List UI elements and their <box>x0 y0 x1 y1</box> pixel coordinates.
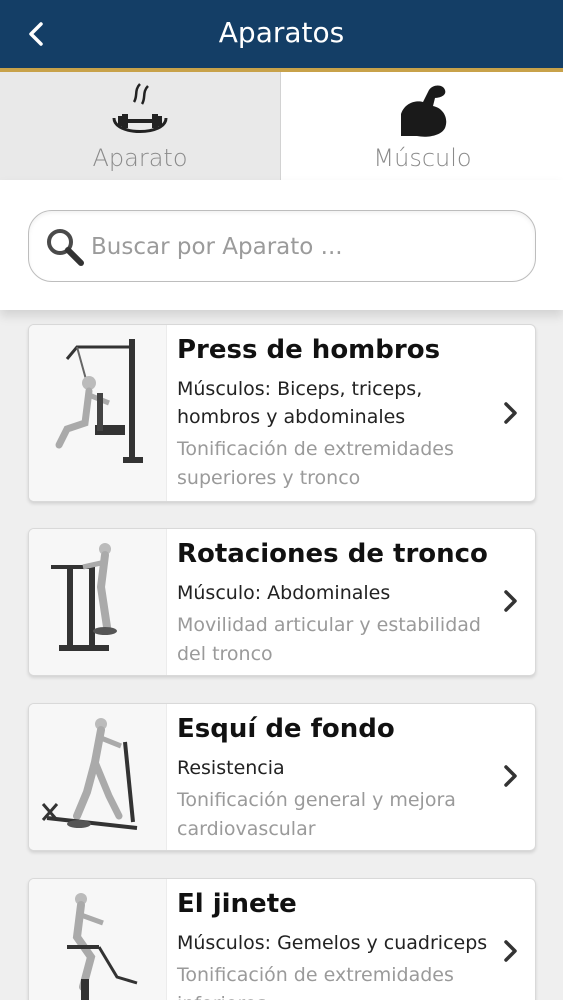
search-icon <box>47 229 84 266</box>
equipment-icon <box>112 83 168 133</box>
item-title: El jinete <box>177 889 297 919</box>
list-item[interactable]: El jinete Músculos: Gemelos y cuadriceps… <box>28 878 536 1000</box>
item-description: Tonificación de extremidades superiores … <box>177 438 454 489</box>
tab-label: Músculo <box>373 144 472 172</box>
item-subtitle: Músculo: Abdominales <box>177 582 391 604</box>
tab-aparato[interactable]: Aparato <box>0 72 281 180</box>
chevron-right-icon <box>504 765 517 787</box>
item-subtitle: Músculos: Gemelos y cuadriceps <box>177 932 488 954</box>
equipment-image <box>29 325 167 501</box>
item-description: Tonificación general y mejora cardiovasc… <box>177 789 456 840</box>
equipment-image <box>29 879 167 1000</box>
tab-bar: Aparato Músculo <box>0 72 563 180</box>
list-item[interactable]: Rotaciones de tronco Músculo: Abdominale… <box>28 528 536 676</box>
item-title: Press de hombros <box>177 335 441 365</box>
muscle-icon <box>400 85 446 137</box>
equipment-image <box>29 529 167 675</box>
search-box[interactable] <box>28 210 536 282</box>
chevron-right-icon <box>504 940 517 962</box>
item-description: Movilidad articular y estabilidad del tr… <box>177 614 481 665</box>
item-title: Esquí de fondo <box>177 714 395 744</box>
equipment-list: Press de hombros Músculos: Biceps, trice… <box>0 310 563 1000</box>
chevron-right-icon <box>504 590 517 612</box>
page-title: Aparatos <box>218 16 345 49</box>
tab-musculo[interactable]: Músculo <box>282 72 563 180</box>
item-description: Tonificación de extremidades inferiores <box>177 964 454 1000</box>
list-item[interactable]: Press de hombros Músculos: Biceps, trice… <box>28 324 536 502</box>
search-input[interactable] <box>91 225 511 269</box>
search-section <box>0 180 563 310</box>
item-subtitle: Resistencia <box>177 757 285 779</box>
tab-label: Aparato <box>92 144 188 172</box>
item-subtitle: Músculos: Biceps, triceps, hombros y abd… <box>177 378 423 428</box>
equipment-image <box>29 704 167 850</box>
chevron-right-icon <box>504 402 517 424</box>
item-title: Rotaciones de tronco <box>177 539 488 569</box>
list-item[interactable]: Esquí de fondo Resistencia Tonificación … <box>28 703 536 851</box>
app-header: Aparatos <box>0 0 563 68</box>
